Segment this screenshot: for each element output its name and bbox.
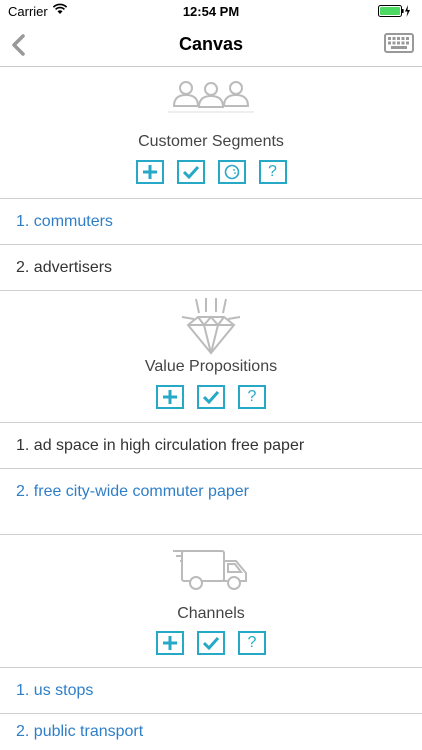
emoji-button[interactable]	[217, 160, 246, 184]
section-customer-segments: Customer Segments ?	[0, 66, 422, 198]
question-icon: ?	[268, 163, 277, 180]
question-icon: ?	[247, 634, 257, 651]
check-icon	[182, 165, 199, 179]
help-button[interactable]: ?	[238, 385, 266, 409]
section-value-propositions: Value Propositions ?	[0, 290, 422, 423]
page-title: Canvas	[178, 34, 244, 54]
help-button[interactable]: ?	[258, 160, 287, 184]
add-button[interactable]	[156, 385, 184, 409]
list-item[interactable]: 1. commuters	[0, 198, 422, 244]
add-button[interactable]	[135, 160, 164, 184]
list-item[interactable]: 1. us stops	[0, 667, 422, 713]
check-button[interactable]	[197, 631, 225, 655]
list-item[interactable]: 1. ad space in high circulation free pap…	[0, 422, 422, 468]
check-icon	[203, 636, 219, 650]
action-buttons: ?	[0, 160, 422, 184]
navigation-bar: Canvas	[0, 22, 422, 67]
check-button[interactable]	[197, 385, 225, 409]
diamond-icon	[178, 297, 244, 360]
truck-icon	[172, 547, 252, 598]
check-button[interactable]	[176, 160, 205, 184]
section-label: Customer Segments	[138, 133, 284, 150]
list-item[interactable]: 2. free city-wide commuter paper	[0, 468, 422, 534]
section-channels: Channels ?	[0, 534, 422, 667]
battery-icon	[378, 5, 412, 20]
action-buttons: ?	[0, 385, 422, 409]
section-label: Value Propositions	[144, 358, 278, 375]
people-icon	[166, 78, 256, 119]
list-item[interactable]: 2. public transport	[0, 713, 422, 750]
plus-icon	[142, 165, 157, 179]
add-button[interactable]	[156, 631, 184, 655]
keyboard-icon[interactable]	[384, 32, 414, 59]
status-bar: Carrier 12:54 PM	[0, 0, 422, 22]
plus-icon	[163, 636, 177, 650]
list-item[interactable]: 2. advertisers	[0, 244, 422, 290]
clock: 12:54 PM	[182, 4, 240, 19]
help-button[interactable]: ?	[238, 631, 266, 655]
check-icon	[203, 390, 219, 404]
section-label: Channels	[177, 605, 245, 622]
action-buttons: ?	[0, 631, 422, 655]
plus-icon	[163, 390, 177, 404]
question-icon: ?	[247, 388, 257, 405]
smiley-icon	[224, 164, 239, 180]
